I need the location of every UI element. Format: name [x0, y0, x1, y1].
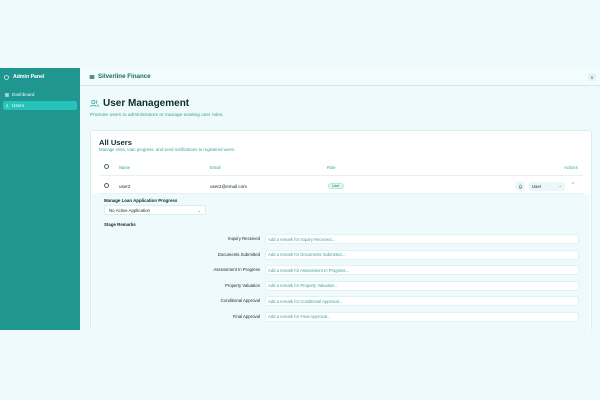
main-content: Silverline Finance S User Management Pro… — [80, 68, 600, 330]
select-all-radio[interactable] — [104, 164, 109, 169]
divider — [99, 175, 583, 176]
row-detail-panel: Manage Loan Application Progress No Acti… — [92, 194, 590, 330]
brand-name: Silverline Finance — [98, 73, 151, 80]
stage-remark-input[interactable] — [265, 311, 579, 322]
stage-label: Conditional Approval — [220, 298, 260, 303]
topbar: Silverline Finance S — [80, 68, 600, 86]
card-title: All Users — [99, 138, 132, 147]
stage-remark-row: Final Approval — [92, 311, 590, 322]
stage-remark-input[interactable] — [265, 265, 579, 275]
logo-icon — [89, 74, 95, 79]
chevron-down-icon: ⌄ — [197, 208, 201, 213]
stage-remark-input[interactable] — [265, 296, 579, 306]
sidebar-item-label: Dashboard — [12, 92, 35, 97]
role-select[interactable]: User ⌄ — [529, 182, 565, 191]
users-card: All Users Manage roles, loan progress, a… — [90, 130, 592, 330]
stage-label: Assessment In Progress — [213, 267, 260, 272]
role-select-value: User — [532, 184, 542, 189]
column-header-role[interactable]: Role — [327, 165, 336, 170]
progress-section-label: Manage Loan Application Progress — [104, 198, 178, 203]
stage-remark-input[interactable] — [265, 234, 579, 244]
page-title: User Management — [90, 98, 600, 109]
grid-icon — [5, 92, 9, 97]
page-title-text: User Management — [103, 98, 190, 109]
application-select[interactable]: No Active Application ⌄ — [104, 205, 206, 215]
sidebar-item-users[interactable]: Users — [3, 101, 77, 110]
stage-remark-row: Conditional Approval — [92, 296, 590, 306]
user-icon — [5, 103, 9, 108]
stage-remark-row: Inquiry Received — [92, 234, 590, 244]
chevron-up-icon[interactable]: ⌃ — [571, 182, 575, 188]
role-badge-label: User — [332, 184, 340, 188]
column-header-actions: Actions — [564, 165, 578, 170]
sidebar-title: Admin Panel — [13, 74, 45, 80]
avatar[interactable]: S — [588, 73, 596, 81]
app-window: Admin Panel Dashboard Users Silverline F… — [0, 68, 600, 330]
shield-icon — [4, 74, 9, 80]
stage-label: Property Valuation — [224, 282, 260, 288]
sidebar-header: Admin Panel — [0, 68, 80, 86]
notify-button[interactable] — [515, 181, 525, 191]
page-subtitle: Promote users to administrators or manag… — [90, 113, 224, 118]
stage-remark-input[interactable] — [265, 280, 579, 291]
page-header: User Management Promote users to adminis… — [80, 86, 600, 118]
stage-label: Final Approval — [232, 313, 260, 319]
stage-remark-row: Assessment In Progress — [92, 265, 590, 275]
sidebar-item-label: Users — [12, 103, 24, 108]
card-subtitle: Manage roles, loan progress, and send no… — [99, 147, 236, 152]
sidebar-nav: Dashboard Users — [0, 86, 80, 110]
remarks-section-label: Stage Remarks — [104, 222, 136, 227]
stage-label: Documents Submitted — [217, 251, 260, 257]
row-select-radio[interactable] — [104, 183, 109, 188]
bell-icon — [517, 184, 523, 189]
user-email: user2@email.com — [210, 184, 248, 189]
role-badge: User — [328, 183, 344, 189]
chevron-down-icon: ⌄ — [558, 183, 562, 188]
stage-label: Inquiry Received — [227, 236, 260, 241]
stage-remark-row: Documents Submitted — [92, 249, 590, 260]
column-header-email[interactable]: Email — [210, 165, 220, 170]
stage-remark-row: Property Valuation — [92, 280, 590, 291]
user-name: user2 — [119, 184, 131, 189]
brand[interactable]: Silverline Finance — [89, 73, 151, 80]
application-select-value: No Active Application — [109, 207, 151, 213]
column-header-name[interactable]: Name — [119, 165, 130, 170]
sidebar-item-dashboard[interactable]: Dashboard — [3, 90, 77, 99]
sidebar: Admin Panel Dashboard Users — [0, 68, 80, 330]
users-icon — [90, 99, 99, 107]
stage-remark-input[interactable] — [265, 249, 579, 260]
